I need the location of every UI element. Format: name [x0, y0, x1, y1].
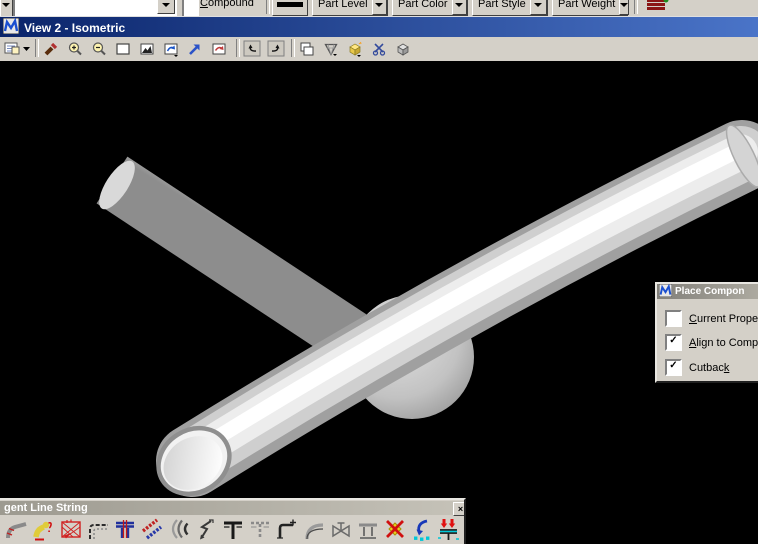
view-window-title: View 2 - Isometric	[24, 20, 126, 35]
valve-icon[interactable]	[327, 517, 354, 543]
redo-view-icon[interactable]	[265, 38, 287, 59]
toolbar-separator	[236, 39, 240, 57]
cutback-label: Cutback	[689, 361, 730, 374]
part-level-label: Part Level	[318, 0, 368, 10]
part-level-dropdown[interactable]: Part Level	[312, 0, 388, 16]
undo-view-icon[interactable]	[241, 38, 263, 59]
part-weight-label: Part Weight	[558, 0, 616, 10]
view-previous-icon[interactable]	[208, 38, 230, 59]
toolbar-separator	[634, 0, 638, 14]
rotate-component-icon[interactable]	[408, 517, 435, 543]
microstation-icon	[658, 284, 673, 300]
delete-component-icon[interactable]	[381, 517, 408, 543]
view-toolbar	[0, 37, 758, 61]
crossing-pipes-icon[interactable]	[138, 517, 165, 543]
toolbox-title: gent Line String	[4, 502, 88, 514]
place-component-dialog: Place Compon Current Propert Align to Co…	[655, 282, 758, 383]
dashed-elbow-icon[interactable]	[84, 517, 111, 543]
cutback-checkbox[interactable]	[665, 359, 682, 376]
view-attributes-button[interactable]	[2, 38, 32, 59]
dropdown-arrow-icon	[162, 3, 170, 7]
line-weight-swatch-button[interactable]	[272, 0, 308, 16]
concentric-arcs-icon[interactable]	[165, 517, 192, 543]
drop-component-icon[interactable]	[435, 517, 462, 543]
dropdown-arrow-icon[interactable]	[371, 0, 387, 15]
microstation-icon	[2, 17, 20, 37]
red-hatch-grid-icon[interactable]	[57, 517, 84, 543]
zoom-out-icon[interactable]	[88, 38, 110, 59]
blue-tee-icon[interactable]	[111, 517, 138, 543]
window-area-icon[interactable]	[112, 38, 134, 59]
pan-view-icon[interactable]	[184, 38, 206, 59]
part-color-label: Part Color	[398, 0, 448, 10]
toolbar-separator	[35, 39, 39, 57]
update-view-icon[interactable]	[40, 38, 62, 59]
bent-arrow-icon[interactable]	[192, 517, 219, 543]
main-toolbar: Compound Part Level Part Color Part Styl…	[0, 0, 758, 17]
view-2-viewport[interactable]	[0, 61, 758, 544]
compound-label: Compound	[200, 0, 254, 9]
toolbar-separator	[266, 0, 270, 14]
part-weight-dropdown[interactable]: Part Weight	[552, 0, 630, 16]
part-style-label: Part Style	[478, 0, 526, 10]
pipe-model-rendering	[96, 120, 758, 497]
cutback-row: Cutback	[665, 359, 729, 376]
align-to-component-row: Align to Compo	[665, 334, 758, 351]
part-style-dropdown[interactable]: Part Style	[472, 0, 548, 16]
application-window: Compound Part Level Part Color Part Styl…	[0, 0, 758, 544]
part-color-dropdown[interactable]: Part Color	[392, 0, 468, 16]
display-style-icon[interactable]	[344, 38, 366, 59]
toolbox-titlebar[interactable]: gent Line String ×	[0, 501, 464, 516]
dialog-titlebar[interactable]: Place Compon	[657, 284, 758, 299]
dropdown-arrow-icon[interactable]	[529, 0, 547, 15]
yellow-elbow-help-icon[interactable]	[30, 517, 57, 543]
clip-volume-icon[interactable]	[368, 38, 390, 59]
close-icon[interactable]: ×	[453, 502, 464, 516]
rotate-view-icon[interactable]	[160, 38, 182, 59]
dropdown-arrow-icon	[2, 3, 10, 7]
elbow-plus-icon[interactable]	[273, 517, 300, 543]
zoom-in-icon[interactable]	[64, 38, 86, 59]
fit-view-icon[interactable]	[136, 38, 158, 59]
render-mode-icon[interactable]	[320, 38, 342, 59]
clip-mask-icon[interactable]	[392, 38, 414, 59]
pipe-support-icon[interactable]	[354, 517, 381, 543]
combo-dropdown-button[interactable]	[157, 0, 175, 14]
toolbar-mini-button[interactable]	[0, 0, 13, 16]
current-properties-row: Current Propert	[665, 310, 758, 327]
part-selector-combobox[interactable]	[13, 0, 177, 16]
tee-dotted-icon[interactable]	[246, 517, 273, 543]
align-to-component-label: Align to Compo	[689, 336, 758, 349]
current-properties-checkbox[interactable]	[665, 310, 682, 327]
level-manager-icon[interactable]	[646, 0, 672, 16]
dialog-title: Place Compon	[675, 286, 745, 297]
gray-elbow-icon[interactable]	[3, 517, 30, 543]
compound-checkbox[interactable]	[182, 0, 199, 16]
align-to-component-checkbox[interactable]	[665, 334, 682, 351]
tangent-line-string-toolbox: gent Line String ×	[0, 498, 466, 544]
line-weight-swatch	[277, 2, 303, 7]
toolbar-separator	[291, 39, 295, 57]
dropdown-arrow-icon[interactable]	[619, 0, 630, 15]
piping-tool-row	[3, 517, 462, 543]
tee-branch-icon[interactable]	[219, 517, 246, 543]
copy-view-icon[interactable]	[296, 38, 318, 59]
branch-pipe	[96, 156, 378, 369]
current-properties-label: Current Propert	[689, 312, 758, 325]
view-window-titlebar[interactable]: View 2 - Isometric	[0, 16, 758, 38]
curved-elbow-icon[interactable]	[300, 517, 327, 543]
dropdown-arrow-icon[interactable]	[451, 0, 467, 15]
